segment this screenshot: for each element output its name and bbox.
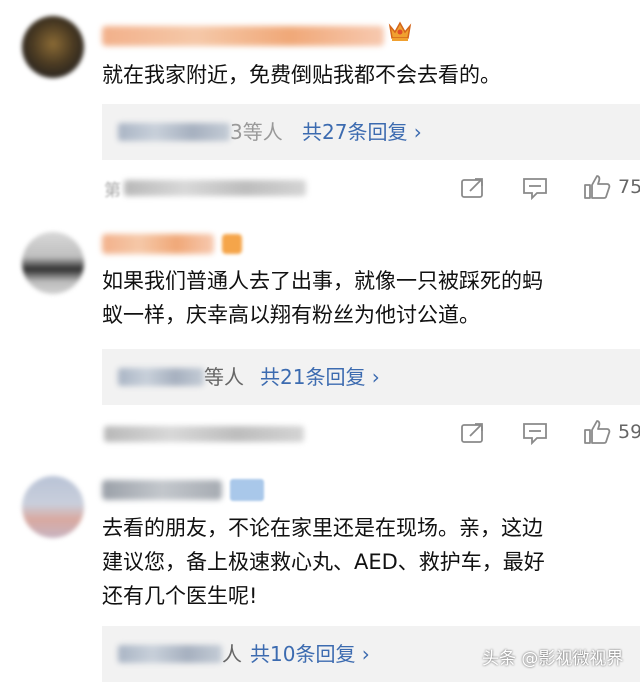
verified-badge-icon <box>230 479 264 501</box>
comment-text: 如果我们普通人去了出事，就像一只被踩死的蚂 蚁一样，庆幸高以翔有粉丝为他讨公道。 <box>102 269 543 327</box>
like-icon[interactable] <box>583 174 611 200</box>
reply-suffix: 等人 <box>204 365 244 389</box>
reply-names-blurred <box>118 645 222 663</box>
reply-count-link[interactable]: 共27条回复 › <box>302 116 422 148</box>
reply-summary[interactable]: 等人 共21条回复 › <box>102 349 640 405</box>
avatar[interactable] <box>22 476 84 538</box>
username-blurred[interactable] <box>102 480 222 500</box>
comment-text: 就在我家附近，免费倒贴我都不会去看的。 <box>102 63 501 87</box>
timestamp-blurred <box>104 426 304 442</box>
reply-suffix: 人 <box>222 642 242 666</box>
like-count: 59 <box>618 421 640 443</box>
reply-count-link[interactable]: 共10条回复 › <box>250 638 370 670</box>
comment-icon[interactable] <box>522 421 548 445</box>
avatar[interactable] <box>22 232 84 294</box>
like-count: 75 <box>618 176 640 198</box>
comment-text: 去看的朋友，不论在家里还是在现场。亲，这边 建议您，备上极速救心丸、AED、救护… <box>102 516 545 608</box>
reply-suffix: 3等人 <box>230 120 283 144</box>
avatar[interactable] <box>22 16 84 78</box>
reply-summary[interactable]: 3等人 共27条回复 › <box>102 104 640 160</box>
like-icon[interactable] <box>583 419 611 445</box>
member-badge-icon <box>222 234 242 254</box>
username-blurred[interactable] <box>102 234 214 254</box>
comment-icon[interactable] <box>522 176 548 200</box>
reply-names-blurred <box>118 123 230 141</box>
watermark: 头条 @影视微视界 <box>482 645 623 673</box>
timestamp-blurred <box>124 180 306 196</box>
reply-names-blurred <box>118 368 204 386</box>
meta-prefix: 第 <box>104 181 121 201</box>
crown-icon <box>388 21 412 41</box>
repost-icon[interactable] <box>460 176 486 200</box>
repost-icon[interactable] <box>460 421 486 445</box>
username-blurred[interactable] <box>102 26 384 46</box>
reply-count-link[interactable]: 共21条回复 › <box>260 361 380 393</box>
watermark-text: 头条 @影视微视界 <box>482 649 624 669</box>
